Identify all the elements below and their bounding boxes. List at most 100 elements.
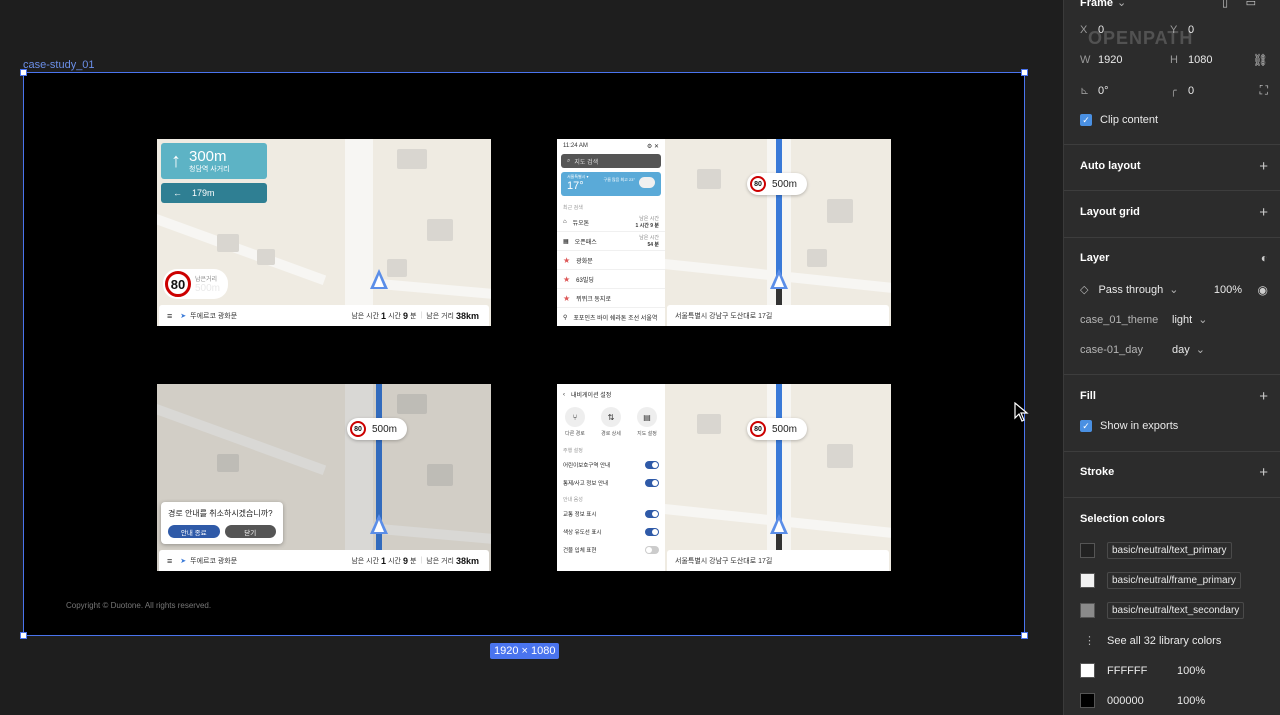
list-item[interactable]: ★ 63빌딩	[557, 270, 665, 289]
resize-handle-tl[interactable]	[20, 69, 27, 76]
distance-value: 38km	[455, 310, 479, 321]
corner-radius-input[interactable]: 0	[1188, 85, 1194, 97]
resize-handle-tr[interactable]	[1021, 69, 1028, 76]
swap-icon: ⇅	[601, 407, 621, 427]
speed-sign: 80	[350, 421, 366, 437]
toggle-row[interactable]: 건물 입체 표현	[557, 541, 665, 559]
color-swatch[interactable]	[1080, 663, 1095, 678]
pin-icon: ⚲	[563, 314, 568, 321]
toggle-row[interactable]: 색상 유도선 표시	[557, 523, 665, 541]
speed-limit-box: 80 남은거리 500m	[163, 269, 229, 299]
distance-label: 남은 거리	[426, 312, 454, 320]
toggle-switch[interactable]	[645, 546, 659, 554]
screen-cancel-dialog[interactable]: 80 500m 경로 안내를 취소하시겠습니까? 안내 종료 닫기 ≡ ➤ 뚜에…	[157, 384, 491, 571]
next-turn-card: ← 179m	[161, 183, 267, 203]
distance-value: 38km	[455, 555, 479, 566]
star-icon: ★	[563, 255, 571, 265]
star-icon: ★	[563, 274, 571, 284]
alternate-route-button[interactable]: ⑂ 다른 경로	[565, 407, 585, 437]
toggle-switch[interactable]	[645, 528, 659, 536]
color-swatch[interactable]	[1080, 573, 1095, 588]
speed-chip-distance: 500m	[772, 423, 798, 435]
add-auto-layout-icon[interactable]: +	[1259, 158, 1268, 175]
toggle-row[interactable]: 통제/사고 정보 안내	[557, 474, 665, 492]
color-swatch[interactable]	[1080, 603, 1095, 618]
component-icon[interactable]: ◐	[1261, 251, 1268, 265]
minutes: 9	[402, 310, 408, 321]
arrow-up-icon: ↑	[171, 149, 181, 172]
speed-limit-sign: 80	[165, 271, 191, 297]
list-item[interactable]: ▦ 오픈패스 남은 시간 54 분	[557, 232, 665, 251]
search-input[interactable]: ⌕ 지도 검색	[561, 154, 661, 168]
landscape-icon[interactable]: ▭	[1246, 0, 1256, 9]
home-side-panel: 11:24 AM ⚙ ✕ ⌕ 지도 검색 서울특별시 ▾ 17° 구름 많음 최…	[557, 139, 665, 326]
list-item[interactable]: ★ 광화문	[557, 251, 665, 270]
color-row[interactable]: FFFFFF 100%	[1080, 663, 1268, 678]
color-swatch[interactable]	[1080, 693, 1095, 708]
screen-home-search[interactable]: 80 500m 11:24 AM ⚙ ✕ ⌕ 지도 검색 서울특별시 ▾ 17°	[557, 139, 891, 326]
current-location-arrow	[770, 269, 788, 289]
frame-label[interactable]: case-study_01	[23, 59, 95, 71]
back-icon[interactable]: ‹	[563, 392, 565, 398]
opacity-input[interactable]: 100%	[1214, 284, 1242, 296]
weather-card[interactable]: 서울특별시 ▾ 17° 구름 많음 최고 23°	[561, 172, 661, 196]
color-row[interactable]: 000000 100%	[1080, 693, 1268, 708]
add-fill-icon[interactable]: +	[1259, 388, 1268, 405]
portrait-icon[interactable]: ▯	[1222, 0, 1228, 9]
see-all-library-colors-link[interactable]: See all 32 library colors	[1107, 635, 1221, 647]
chevron-down-icon[interactable]: ⌄	[1169, 283, 1178, 296]
constrain-proportions-icon[interactable]: ⛓	[1253, 53, 1268, 67]
screen-navigation-turn[interactable]: ↑ 300m 청담역 사거리 ← 179m 80 남은거리 500m ≡ ➤ 뚜…	[157, 139, 491, 326]
day-variant-select[interactable]: day	[1172, 344, 1190, 356]
settings-icon[interactable]: ⚙ ✕	[647, 143, 659, 150]
toggle-row[interactable]: 어린이보호구역 안내	[557, 456, 665, 474]
design-canvas[interactable]: case-study_01 ↑ 300m 청담역 사거리 ← 179m 80 남…	[0, 0, 1063, 715]
address-text: 서울특별시 강남구 도산대로 17길	[675, 557, 773, 565]
height-input[interactable]: 1080	[1188, 54, 1212, 66]
clip-content-checkbox[interactable]: ✓	[1080, 114, 1092, 126]
screen-navigation-settings[interactable]: 80 500m ‹ 내비게이션 설정 ⑂ 다른 경로 ⇅ 경로 상세 ▤ 지도 설정 …	[557, 384, 891, 571]
add-stroke-icon[interactable]: +	[1259, 464, 1268, 481]
chevron-down-icon[interactable]: ⌄	[1117, 0, 1126, 9]
theme-variant-select[interactable]: light	[1172, 314, 1192, 326]
frame-case-study[interactable]: ↑ 300m 청담역 사거리 ← 179m 80 남은거리 500m ≡ ➤ 뚜…	[23, 72, 1025, 636]
library-color-row[interactable]: basic/neutral/frame_primary	[1080, 572, 1268, 589]
frame-section-title[interactable]: Frame	[1080, 0, 1113, 9]
toggle-switch[interactable]	[645, 510, 659, 518]
list-item[interactable]: ⚲ 포포인츠 바이 쉐라톤 조선 서울역	[557, 308, 665, 326]
library-color-row[interactable]: basic/neutral/text_secondary	[1080, 602, 1268, 619]
show-in-exports-checkbox[interactable]: ✓	[1080, 420, 1092, 432]
list-item[interactable]: ★ 뮈뮈크 동지로	[557, 289, 665, 308]
toggle-row[interactable]: 교통 정보 표시	[557, 505, 665, 523]
speed-chip: 80 500m	[347, 418, 408, 440]
hour-unit: 시간	[388, 312, 401, 320]
toggle-switch[interactable]	[645, 479, 659, 487]
address-bar: 서울특별시 강남구 도산대로 17길	[667, 305, 889, 326]
add-layout-grid-icon[interactable]: +	[1259, 204, 1268, 221]
eye-icon[interactable]: ◉	[1258, 283, 1268, 297]
close-button[interactable]: 닫기	[224, 525, 276, 538]
map-settings-button[interactable]: ▤ 지도 설정	[637, 407, 657, 437]
width-input[interactable]: 1920	[1098, 54, 1170, 66]
list-item[interactable]: ⌂ 듀오톤 남은 시간 1 시간 9 분	[557, 213, 665, 232]
color-swatch[interactable]	[1080, 543, 1095, 558]
rotation-input[interactable]: 0°	[1098, 85, 1170, 97]
minutes: 9	[402, 555, 408, 566]
remaining-label: 남은거리	[195, 277, 218, 283]
independent-corners-icon[interactable]: ⛶	[1260, 83, 1268, 98]
chevron-down-icon[interactable]: ⌄	[1196, 343, 1205, 356]
menu-icon[interactable]: ≡	[167, 556, 172, 566]
chevron-down-icon[interactable]: ⌄	[1198, 313, 1207, 326]
library-color-row[interactable]: basic/neutral/text_primary	[1080, 542, 1268, 559]
clock: 11:24	[563, 143, 578, 149]
toggle-switch[interactable]	[645, 461, 659, 469]
time-label: 남은 시간	[351, 312, 380, 320]
route-detail-button[interactable]: ⇅ 경로 상세	[601, 407, 621, 437]
blend-mode-select[interactable]: Pass through	[1098, 284, 1163, 296]
resize-handle-br[interactable]	[1021, 632, 1028, 639]
speed-sign: 80	[750, 176, 766, 192]
menu-icon[interactable]: ≡	[167, 311, 172, 321]
resize-handle-bl[interactable]	[20, 632, 27, 639]
end-guidance-button[interactable]: 안내 종료	[168, 525, 220, 538]
show-in-exports-label: Show in exports	[1100, 420, 1179, 432]
